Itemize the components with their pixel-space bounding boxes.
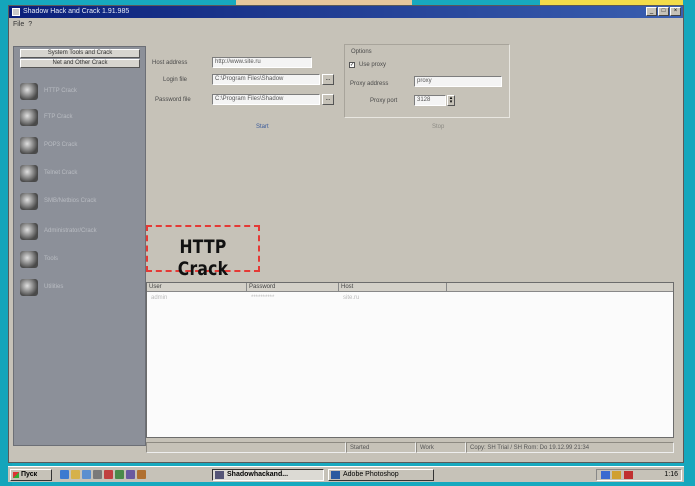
sidebar-item-label: HTTP Crack xyxy=(44,88,77,94)
menu-file[interactable]: File xyxy=(13,21,24,28)
sidebar-item-utilities[interactable]: Utilities xyxy=(14,277,145,299)
host-address-input[interactable]: http://www.site.ru xyxy=(212,57,312,68)
proxy-port-input[interactable]: 3128 xyxy=(414,95,446,106)
app-icon[interactable] xyxy=(126,470,135,479)
minimize-button[interactable]: _ xyxy=(646,7,657,16)
proxy-address-input[interactable]: proxy xyxy=(414,76,502,87)
maximize-button[interactable]: □ xyxy=(658,7,669,16)
result-user-cell: admin xyxy=(151,295,168,301)
host-address-label: Host address xyxy=(152,60,188,66)
stop-button[interactable]: Stop xyxy=(432,124,444,130)
sidebar-item-label: Administrator/Crack xyxy=(44,228,97,234)
sidebar: System Tools and Crack Net and Other Cra… xyxy=(13,46,146,446)
status-spacer xyxy=(146,442,346,453)
result-host-cell: site.ru xyxy=(343,295,360,301)
sidebar-item-http-crack[interactable]: HTTP Crack xyxy=(14,81,145,103)
use-proxy-label: Use proxy xyxy=(359,62,387,68)
globe-icon xyxy=(20,83,38,100)
proxy-port-spinner[interactable]: ▴ ▾ xyxy=(447,95,455,106)
menu-help[interactable]: ? xyxy=(28,21,32,28)
result-password-cell: ********** xyxy=(251,295,275,301)
options-title: Options xyxy=(349,49,374,55)
tools-icon xyxy=(20,223,38,240)
tools-icon xyxy=(20,251,38,268)
use-proxy-checkbox[interactable]: ✓ xyxy=(349,62,355,68)
login-file-browse-button[interactable]: ... xyxy=(322,74,334,85)
task-label: Shadowhackand... xyxy=(227,471,289,478)
windows-logo-icon xyxy=(13,472,19,478)
mail-icon xyxy=(20,137,38,154)
start-label: Пуск xyxy=(21,471,38,478)
task-label: Adobe Photoshop xyxy=(343,471,399,478)
login-file-input[interactable]: C:\Program Files\Shadow xyxy=(212,74,320,85)
antivirus-icon[interactable] xyxy=(624,471,633,479)
sidebar-item-label: POP3 Crack xyxy=(44,142,78,148)
clock: 1:16 xyxy=(664,471,678,478)
desktop-icon[interactable] xyxy=(82,470,91,479)
sidebar-item-label: SMB/Netbios Crack xyxy=(44,198,97,204)
callout-text: HTTP Crack xyxy=(177,236,229,280)
task-photoshop[interactable]: Adobe Photoshop xyxy=(328,469,434,481)
app-icon xyxy=(12,8,20,16)
sidebar-item-label: FTP Crack xyxy=(44,114,73,120)
sidebar-item-ftp-crack[interactable]: FTP Crack xyxy=(14,107,145,129)
status-bar: Started Work Copy: SH Trial / SH Rom: Do… xyxy=(146,442,674,453)
window-title: Shadow Hack and Crack 1.91.985 xyxy=(23,8,130,15)
network-icon[interactable] xyxy=(601,471,610,479)
ie-icon[interactable] xyxy=(60,470,69,479)
app-icon[interactable] xyxy=(137,470,146,479)
sidebar-item-tools[interactable]: Tools xyxy=(14,249,145,271)
start-button[interactable]: Start xyxy=(256,124,269,130)
password-file-input[interactable]: C:\Program Files\Shadow xyxy=(212,94,320,105)
folder-icon xyxy=(20,109,38,126)
start-button[interactable]: Пуск xyxy=(10,469,52,481)
app-icon[interactable] xyxy=(115,470,124,479)
sidebar-item-label: Utilities xyxy=(44,284,64,290)
column-password[interactable]: Password xyxy=(247,283,339,292)
column-host[interactable]: Host xyxy=(339,283,447,292)
volume-icon[interactable] xyxy=(612,471,621,479)
proxy-port-label: Proxy port xyxy=(370,98,398,104)
folder-icon[interactable] xyxy=(71,470,80,479)
taskbar: Пуск Shadowhackand... Adobe Photoshop 1:… xyxy=(8,466,684,482)
app-icon[interactable] xyxy=(104,470,113,479)
proxy-address-label: Proxy address xyxy=(350,81,389,87)
sidebar-item-smb-crack[interactable]: SMB/Netbios Crack xyxy=(14,191,145,213)
tab-system-tools[interactable]: System Tools and Crack xyxy=(20,49,140,58)
sidebar-item-pop3-crack[interactable]: POP3 Crack xyxy=(14,135,145,157)
login-file-label: Login file xyxy=(163,77,188,83)
tab-net-crack[interactable]: Net and Other Crack xyxy=(20,59,140,68)
background-right-stripe xyxy=(683,0,695,486)
terminal-icon xyxy=(20,165,38,182)
results-header: User Password Host xyxy=(147,283,673,292)
password-file-browse-button[interactable]: ... xyxy=(322,94,334,105)
results-table: User Password Host admin ********** site… xyxy=(146,282,674,438)
status-started: Started xyxy=(346,442,416,453)
menu-bar: File ? xyxy=(9,18,683,30)
sidebar-item-telnet-crack[interactable]: Telnet Crack xyxy=(14,163,145,185)
task-shadowhack[interactable]: Shadowhackand... xyxy=(212,469,324,481)
password-file-label: Password file xyxy=(155,97,191,103)
title-bar[interactable]: Shadow Hack and Crack 1.91.985 _ □ × xyxy=(9,6,683,18)
close-button[interactable]: × xyxy=(670,7,681,16)
status-copyright: Copy: SH Trial / SH Rom: Do 19.12.99 21:… xyxy=(466,442,674,453)
app-icon[interactable] xyxy=(93,470,102,479)
sidebar-item-label: Tools xyxy=(44,256,59,262)
photoshop-icon xyxy=(331,471,340,479)
sidebar-item-administrator[interactable]: Administrator/Crack xyxy=(14,221,145,243)
sidebar-item-label: Telnet Crack xyxy=(44,170,78,176)
column-user[interactable]: User xyxy=(147,283,247,292)
network-icon xyxy=(20,193,38,210)
tools-icon xyxy=(20,279,38,296)
http-crack-callout: HTTP Crack xyxy=(146,225,260,280)
app-icon xyxy=(215,471,224,479)
status-work: Work xyxy=(416,442,466,453)
system-tray: 1:16 xyxy=(596,469,682,481)
